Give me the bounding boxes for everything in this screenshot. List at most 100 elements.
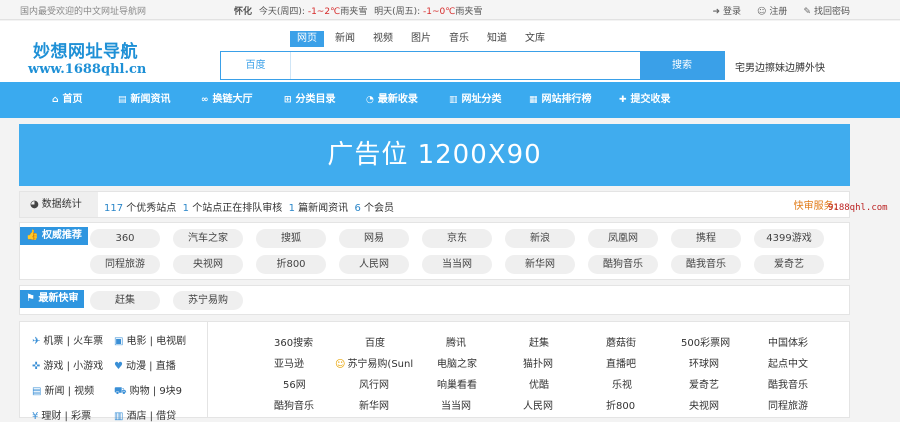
stats-bar: ◕ 数据统计 117 个优秀站点 1 个站点正在排队审核 1 篇新闻资讯 6 个会… — [19, 191, 850, 218]
site-link[interactable]: 当当网 — [441, 397, 471, 412]
site-link[interactable]: 中国体彩 — [768, 334, 808, 349]
site-link[interactable]: 亚马逊 — [274, 355, 304, 370]
recommend-link[interactable]: 4399游戏 — [754, 229, 824, 248]
search-tab-web[interactable]: 网页 — [290, 31, 324, 47]
category-link[interactable]: ⛟ 购物 | 9块9 — [114, 382, 182, 399]
nav-home[interactable]: ⌂ 首页 — [52, 82, 82, 118]
category-link[interactable]: ▥ 酒店 | 借贷 — [114, 407, 176, 422]
recommend-link[interactable]: 京东 — [422, 229, 492, 248]
login-link[interactable]: ➜ 登录 — [712, 4, 741, 17]
site-link[interactable]: 百度 — [365, 334, 385, 349]
main-content: ✈ 机票 | 火车票 ▣ 电影 | 电视剧 ✜ 游戏 | 小游戏 ♥ 动漫 | 直播 ▤… — [19, 321, 850, 422]
ad-banner[interactable]: 广告位 1200X90 — [19, 124, 850, 186]
hotel-icon: ▥ — [114, 411, 124, 422]
nav-news[interactable]: ▤ 新闻资讯 — [118, 82, 171, 118]
site-link[interactable]: 360搜索 — [274, 334, 313, 349]
nav-submit-label: 提交收录 — [630, 94, 671, 105]
recover-password-link[interactable]: ✎ 找回密码 — [803, 4, 850, 17]
recommend-link[interactable]: 酷我音乐 — [671, 255, 741, 274]
recommend-link[interactable]: 爱奇艺 — [754, 255, 824, 274]
express-link[interactable]: 苏宁易购 — [173, 291, 243, 310]
search-box: 百度 搜索 — [220, 51, 725, 80]
site-link[interactable]: 直播吧 — [606, 355, 636, 370]
tomorrow-weather: 雨夹雪 — [455, 7, 483, 17]
nav-category[interactable]: ⊞ 分类目录 — [284, 82, 336, 118]
recommend-link[interactable]: 携程 — [671, 229, 741, 248]
recommend-link[interactable]: 360 — [90, 229, 160, 248]
recommend-link[interactable]: 搜狐 — [256, 229, 326, 248]
site-link[interactable]: 同程旅游 — [768, 397, 808, 412]
site-link[interactable]: 央视网 — [689, 397, 719, 412]
search-engine-select[interactable]: 百度 — [221, 52, 291, 79]
category-label: 购物 | 9块9 — [129, 386, 183, 397]
logo-url[interactable]: www.1688qhl.cn — [28, 62, 146, 77]
search-tab-video[interactable]: 视频 — [366, 31, 400, 47]
search-tab-news[interactable]: 新闻 — [328, 31, 362, 47]
category-link[interactable]: ▤ 新闻 | 视频 — [32, 386, 94, 397]
recommend-link[interactable]: 央视网 — [173, 255, 243, 274]
category-link[interactable]: ¥ 理财 | 彩票 — [32, 411, 91, 422]
site-link[interactable]: 酷狗音乐 — [274, 397, 314, 412]
recommend-link[interactable]: 网易 — [339, 229, 409, 248]
site-link[interactable]: 折800 — [606, 397, 635, 412]
category-label: 理财 | 彩票 — [41, 411, 92, 422]
recommend-link[interactable]: 同程旅游 — [90, 255, 160, 274]
recommend-link[interactable]: 新浪 — [505, 229, 575, 248]
search-tab-music[interactable]: 音乐 — [442, 31, 476, 47]
site-link[interactable]: ☺ 苏宁易购(Sunl — [335, 355, 413, 370]
sites-count: 117 — [104, 203, 124, 214]
category-link[interactable]: ▣ 电影 | 电视剧 — [114, 332, 186, 347]
nav-latest[interactable]: ◔ 最新收录 — [366, 82, 418, 118]
recommend-link[interactable]: 酷狗音乐 — [588, 255, 658, 274]
site-link[interactable]: 酷我音乐 — [768, 376, 808, 391]
search-tab-zhidao[interactable]: 知道 — [480, 31, 514, 47]
site-link[interactable]: 电脑之家 — [437, 355, 477, 370]
flag-icon: ⚑ — [26, 293, 35, 304]
site-link[interactable]: 56网 — [283, 376, 306, 391]
search-button[interactable]: 搜索 — [640, 52, 724, 79]
recommend-tag: 👍 权威推荐 — [20, 227, 88, 245]
site-link[interactable]: 新华网 — [359, 397, 389, 412]
site-link[interactable]: 爱奇艺 — [689, 376, 719, 391]
hot-search-link[interactable]: 宅男边擦妹边膊外快 — [735, 59, 825, 74]
category-link[interactable]: ✜ 游戏 | 小游戏 — [32, 361, 103, 372]
site-link[interactable]: 起点中文 — [768, 355, 808, 370]
cart-icon: ⛟ — [114, 386, 127, 397]
site-link[interactable]: 人民网 — [523, 397, 553, 412]
site-link[interactable]: 蘑菇街 — [606, 334, 636, 349]
nav-news-label: 新闻资讯 — [130, 94, 171, 105]
recommend-link[interactable]: 当当网 — [422, 255, 492, 274]
nav-submit[interactable]: ✚ 提交收录 — [619, 82, 671, 118]
site-link[interactable]: 环球网 — [689, 355, 719, 370]
site-link[interactable]: 风行网 — [359, 376, 389, 391]
recommend-link[interactable]: 凤凰网 — [588, 229, 658, 248]
newspaper-icon: ▤ — [32, 386, 42, 397]
today-weather: 雨夹雪 — [340, 7, 368, 17]
express-link[interactable]: 赶集 — [90, 291, 160, 310]
recommend-link[interactable]: 新华网 — [505, 255, 575, 274]
nav-site-category[interactable]: ▥ 网址分类 — [449, 82, 502, 118]
search-tab-wenku[interactable]: 文库 — [518, 31, 552, 47]
header: 妙想网址导航 www.1688qhl.cn 网页 新闻 视频 图片 音乐 知道 … — [0, 21, 900, 82]
members-text: 个会员 — [364, 203, 395, 214]
site-link[interactable]: 腾讯 — [446, 334, 466, 349]
search-input[interactable] — [292, 52, 640, 79]
recommend-link[interactable]: 人民网 — [339, 255, 409, 274]
recommend-link[interactable]: 汽车之家 — [173, 229, 243, 248]
site-link[interactable]: 赶集 — [529, 334, 549, 349]
site-link[interactable]: 优酷 — [529, 376, 549, 391]
recover-label: 找回密码 — [813, 7, 850, 17]
site-link[interactable]: 响巢看看 — [437, 376, 477, 391]
category-link[interactable]: ✈ 机票 | 火车票 — [32, 336, 103, 347]
nav-ranking[interactable]: ▦ 网站排行榜 — [529, 82, 592, 118]
site-link[interactable]: 乐视 — [612, 376, 632, 391]
site-link[interactable]: 猫扑网 — [523, 355, 553, 370]
logo-title[interactable]: 妙想网址导航 — [33, 37, 138, 62]
nav-link-exchange[interactable]: ∞ 换链大厅 — [201, 82, 253, 118]
recommend-link[interactable]: 折800 — [256, 255, 326, 274]
register-link[interactable]: ☺ 注册 — [757, 4, 787, 17]
category-label: 游戏 | 小游戏 — [43, 361, 104, 372]
search-tab-image[interactable]: 图片 — [404, 31, 438, 47]
category-link[interactable]: ♥ 动漫 | 直播 — [114, 357, 176, 372]
site-link[interactable]: 500彩票网 — [681, 334, 730, 349]
